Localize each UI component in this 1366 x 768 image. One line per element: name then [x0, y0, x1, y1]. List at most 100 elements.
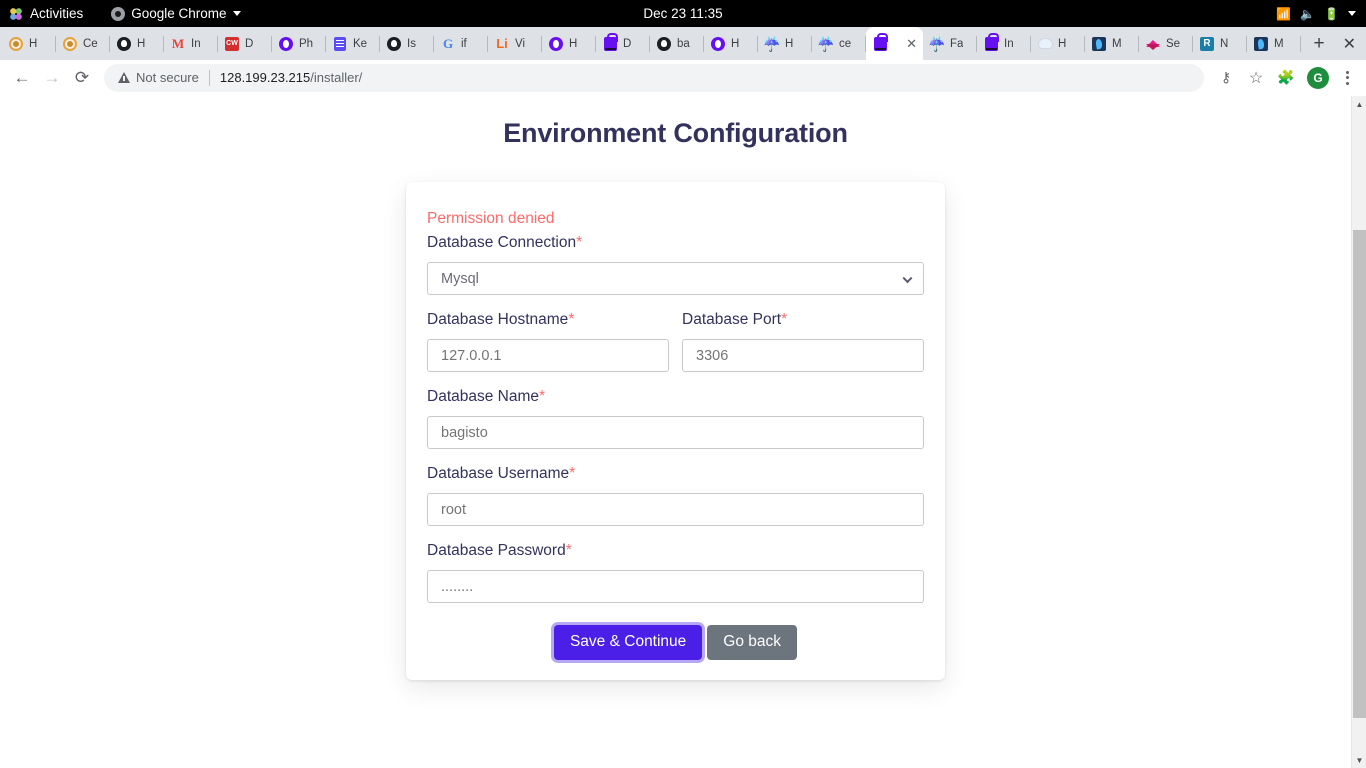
- bagisto-bag-favicon: [602, 32, 618, 52]
- omnibox-divider: [208, 69, 210, 86]
- chrome-icon: [111, 6, 126, 21]
- battery-charging-icon: 🔋: [1324, 6, 1339, 21]
- database-hostname-input[interactable]: [427, 339, 669, 372]
- browser-tab-strip: H Ce H M In CW D Ph Ke Is Gif Li Vi H D ba …: [0, 27, 1366, 60]
- browser-tab[interactable]: Ke: [326, 27, 380, 60]
- browser-tab[interactable]: Ph: [272, 27, 326, 60]
- browser-toolbar: ← → ⟳ Not secure 128.199.23.215/installe…: [0, 60, 1366, 96]
- tab-title: In: [191, 37, 201, 50]
- purple-circle-favicon: [278, 36, 294, 52]
- cloud-favicon: [1037, 36, 1053, 52]
- tab-title: H: [29, 37, 38, 50]
- browser-tab[interactable]: Is: [380, 27, 434, 60]
- new-tab-button[interactable]: +: [1305, 30, 1333, 58]
- browser-tab[interactable]: ba: [650, 27, 704, 60]
- forward-button[interactable]: →: [38, 64, 66, 92]
- tab-title: Fa: [950, 37, 964, 50]
- browser-tab[interactable]: M: [1247, 27, 1301, 60]
- scroll-down-arrow-icon[interactable]: ▼: [1352, 752, 1366, 768]
- gnome-logo-icon: [9, 6, 23, 21]
- layers-pink-favicon: [1145, 36, 1161, 52]
- tab-title: Se: [1166, 37, 1181, 50]
- address-bar[interactable]: Not secure 128.199.23.215/installer/: [104, 63, 1204, 92]
- mongodb-favicon: [1253, 36, 1269, 52]
- database-username-label: Database Username*: [427, 465, 924, 483]
- tab-title: In: [1004, 37, 1014, 50]
- database-username-input[interactable]: [427, 493, 924, 526]
- field-database-username: Database Username*: [427, 465, 924, 526]
- activities-button[interactable]: Activities: [9, 6, 83, 21]
- browser-tab[interactable]: ☔ Fa: [923, 27, 977, 60]
- back-button[interactable]: ←: [8, 64, 36, 92]
- installer-page: Environment Configuration Permission den…: [0, 96, 1351, 768]
- bookmark-star-icon[interactable]: ☆: [1242, 64, 1270, 92]
- browser-tab[interactable]: M: [1085, 27, 1139, 60]
- purple-doc-favicon: [332, 36, 348, 52]
- browser-tab[interactable]: H: [1031, 27, 1085, 60]
- database-port-input[interactable]: [682, 339, 924, 372]
- database-password-label: Database Password*: [427, 542, 924, 560]
- required-asterisk: *: [539, 388, 546, 405]
- bagisto-bag-favicon: [872, 32, 888, 52]
- database-hostname-label: Database Hostname*: [427, 311, 669, 329]
- browser-tab[interactable]: D: [596, 27, 650, 60]
- browser-tab[interactable]: H: [110, 27, 164, 60]
- browser-tab[interactable]: ☔ ce: [812, 27, 866, 60]
- save-and-continue-button[interactable]: Save & Continue: [553, 625, 703, 660]
- gnome-top-bar: Activities Google Chrome Dec 23 11:35 📶 …: [0, 0, 1366, 27]
- scroll-up-arrow-icon[interactable]: ▲: [1352, 96, 1366, 112]
- gmail-favicon: M: [171, 36, 185, 51]
- vertical-scrollbar[interactable]: ▲ ▼: [1351, 96, 1366, 768]
- chevron-down-icon: [902, 272, 913, 283]
- password-key-icon[interactable]: ⚷: [1212, 64, 1240, 92]
- required-asterisk: *: [565, 542, 572, 559]
- browser-tab[interactable]: H: [542, 27, 596, 60]
- java-favicon: ☔: [763, 35, 781, 52]
- go-back-button[interactable]: Go back: [707, 625, 798, 660]
- chrome-menu-icon[interactable]: [1336, 64, 1358, 92]
- url-path: /installer/: [310, 70, 363, 85]
- browser-tab[interactable]: RN: [1193, 27, 1247, 60]
- field-database-hostname: Database Hostname*: [427, 311, 669, 372]
- scrollbar-thumb[interactable]: [1353, 230, 1366, 718]
- browser-tab-active[interactable]: ✕: [866, 27, 923, 60]
- tab-title: M: [1274, 37, 1284, 50]
- browser-tab[interactable]: Li Vi: [488, 27, 542, 60]
- tab-title: ce: [839, 37, 852, 50]
- browser-tab[interactable]: ☔ H: [758, 27, 812, 60]
- label-text: Database Password: [427, 542, 566, 559]
- database-password-input[interactable]: [427, 570, 924, 603]
- tab-title: Is: [407, 37, 416, 50]
- extensions-puzzle-icon[interactable]: 🧩: [1272, 64, 1300, 92]
- gnome-status-group[interactable]: 📶 🔈 🔋: [1276, 7, 1366, 21]
- tab-close-icon[interactable]: ✕: [906, 37, 917, 50]
- linux-orange-favicon: Li: [496, 36, 508, 51]
- security-indicator[interactable]: Not secure: [118, 70, 199, 85]
- tab-title: H: [1058, 37, 1067, 50]
- tab-title: Ke: [353, 37, 368, 50]
- field-database-connection: Database Connection* Mysql: [427, 234, 924, 295]
- reload-button[interactable]: ⟳: [68, 64, 96, 92]
- database-name-input[interactable]: [427, 416, 924, 449]
- browser-tab[interactable]: Ce: [56, 27, 110, 60]
- tab-title: D: [623, 37, 632, 50]
- window-close-button[interactable]: ✕: [1343, 34, 1356, 54]
- tab-title: Ce: [83, 37, 98, 50]
- page-title: Environment Configuration: [503, 118, 848, 148]
- database-connection-select[interactable]: Mysql: [427, 262, 924, 295]
- browser-tab[interactable]: Se: [1139, 27, 1193, 60]
- page-viewport: Environment Configuration Permission den…: [0, 96, 1366, 768]
- app-menu-button[interactable]: Google Chrome: [111, 6, 241, 21]
- label-text: Database Hostname: [427, 311, 569, 328]
- browser-tab[interactable]: M In: [164, 27, 218, 60]
- field-database-name: Database Name*: [427, 388, 924, 449]
- gnome-left-group: Activities Google Chrome: [0, 6, 241, 21]
- browser-tab[interactable]: In: [977, 27, 1031, 60]
- browser-tab[interactable]: H: [704, 27, 758, 60]
- browser-tab[interactable]: CW D: [218, 27, 272, 60]
- browser-tab[interactable]: Gif: [434, 27, 488, 60]
- label-text: Database Name: [427, 388, 540, 405]
- profile-avatar[interactable]: G: [1307, 66, 1329, 89]
- tab-title: H: [569, 37, 578, 50]
- browser-tab[interactable]: H: [2, 27, 56, 60]
